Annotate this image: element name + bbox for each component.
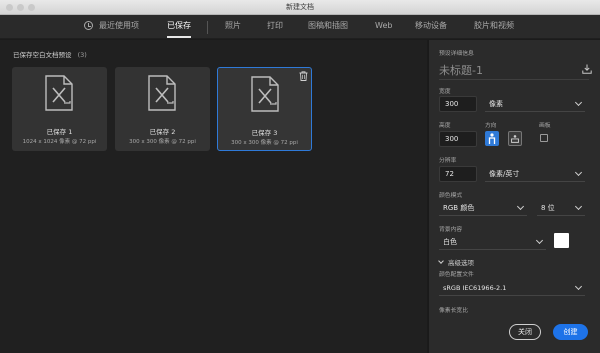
color-mode-select[interactable]: RGB 颜色	[439, 200, 527, 216]
width-label: 宽度	[439, 89, 451, 95]
preset-card-3[interactable]: 已保存 3 300 x 300 像素 @ 72 ppi	[217, 67, 312, 151]
portrait-icon	[488, 133, 496, 144]
document-preset-icon	[45, 75, 73, 111]
color-mode-label: 颜色模式	[439, 193, 463, 199]
close-window-icon[interactable]	[6, 4, 13, 11]
bit-depth-select[interactable]: 8 位	[537, 200, 585, 216]
preset-card-1[interactable]: 已保存 1 1024 x 1024 像素 @ 72 ppi	[12, 67, 107, 151]
preset-details-pane: 预设详细信息 未标题-1 宽度 300 像素 高度 方向 画板 300 分辨率 …	[428, 40, 600, 353]
zoom-window-icon[interactable]	[28, 4, 35, 11]
document-preset-icon	[251, 76, 279, 112]
tab-print[interactable]: 打印	[267, 15, 283, 39]
document-name-input[interactable]: 未标题-1	[439, 62, 589, 80]
height-input[interactable]: 300	[439, 131, 477, 147]
document-preset-icon	[148, 75, 176, 111]
tab-saved[interactable]: 已保存	[167, 15, 191, 39]
height-label: 高度	[439, 123, 451, 129]
tab-art-illustration[interactable]: 图稿和插图	[308, 15, 348, 39]
pixel-aspect-label: 像素长宽比	[439, 308, 468, 314]
color-profile-select[interactable]: sRGB IEC61966-2.1	[439, 280, 585, 296]
tab-film-video[interactable]: 胶片和视频	[474, 15, 514, 39]
preset-name: 已保存 2	[149, 128, 176, 136]
resolution-input[interactable]: 72	[439, 166, 477, 182]
tab-mobile[interactable]: 移动设备	[415, 15, 447, 39]
saved-presets-pane: 已保存空白文档预设 (3) 已保存 1 1024 x 1024 像素 @ 72 …	[0, 40, 427, 353]
close-button[interactable]: 关闭	[509, 324, 541, 340]
chevron-down-icon	[574, 168, 583, 177]
preset-size: 1024 x 1024 像素 @ 72 ppi	[22, 139, 97, 145]
artboard-checkbox[interactable]	[540, 134, 548, 142]
category-tabbar: 最近使用项 已保存 照片 打印 图稿和插图 Web 移动设备 胶片和视频	[0, 15, 600, 39]
save-preset-icon[interactable]	[582, 64, 592, 74]
preset-name: 已保存 3	[251, 129, 278, 137]
chevron-down-icon	[574, 202, 583, 211]
preset-size: 300 x 300 像素 @ 72 ppi	[129, 139, 196, 145]
portrait-orientation-button[interactable]	[485, 131, 499, 146]
window-title: 新建文档	[286, 3, 314, 11]
background-select[interactable]: 白色	[439, 234, 546, 250]
window-titlebar: 新建文档	[0, 0, 600, 15]
orientation-label: 方向	[485, 123, 497, 129]
unit-select[interactable]: 像素	[485, 96, 585, 112]
tab-recent[interactable]: 最近使用项	[84, 15, 139, 39]
chevron-down-icon	[438, 258, 444, 264]
background-color-swatch[interactable]	[554, 233, 569, 248]
preset-size: 300 x 300 像素 @ 72 ppi	[231, 140, 298, 146]
chevron-down-icon	[516, 202, 525, 211]
resolution-label: 分辨率	[439, 158, 457, 164]
advanced-options-toggle[interactable]: 高级选项	[438, 257, 474, 267]
chevron-down-icon	[574, 282, 583, 291]
create-button[interactable]: 创建	[553, 324, 588, 340]
landscape-orientation-button[interactable]	[508, 131, 522, 146]
chevron-down-icon	[535, 236, 544, 245]
preset-name: 已保存 1	[46, 128, 73, 136]
tab-divider	[207, 21, 208, 34]
saved-presets-heading: 已保存空白文档预设 (3)	[13, 51, 87, 59]
color-profile-label: 颜色配置文件	[439, 272, 474, 278]
clock-icon	[84, 21, 93, 30]
minimize-window-icon[interactable]	[17, 4, 24, 11]
tab-web[interactable]: Web	[375, 15, 392, 39]
artboard-label: 画板	[539, 123, 551, 129]
tab-photo[interactable]: 照片	[225, 15, 241, 39]
landscape-icon	[511, 135, 519, 143]
preset-card-2[interactable]: 已保存 2 300 x 300 像素 @ 72 ppi	[115, 67, 210, 151]
background-label: 背景内容	[439, 227, 463, 233]
preset-details-heading: 预设详细信息	[439, 51, 474, 57]
width-input[interactable]: 300	[439, 96, 477, 112]
trash-icon[interactable]	[299, 71, 308, 81]
chevron-down-icon	[574, 98, 583, 107]
resolution-unit-select[interactable]: 像素/英寸	[485, 166, 585, 182]
